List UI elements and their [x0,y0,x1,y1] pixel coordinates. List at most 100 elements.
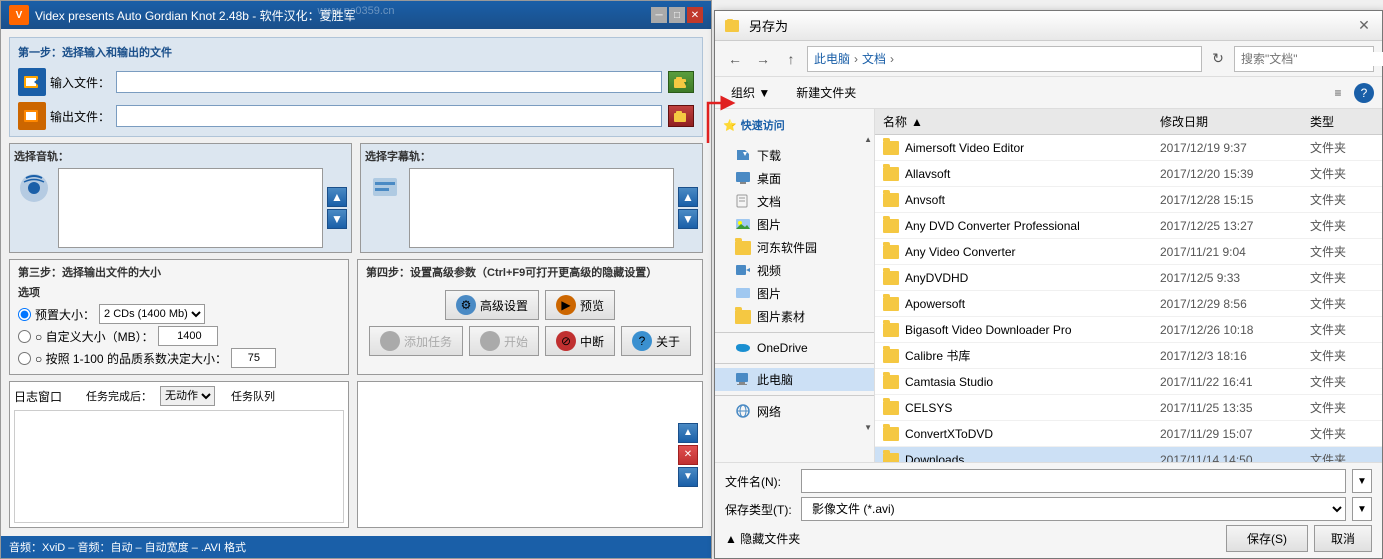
subtitle-track-list[interactable] [409,168,674,248]
table-row[interactable]: Apowersoft 2017/12/29 8:56 文件夹 [875,291,1382,317]
file-name-text: Aimersoft Video Editor [905,141,1024,155]
folder-icon [883,323,899,337]
add-task-button[interactable]: + 添加任务 [369,326,463,356]
filetype-dropdown-button[interactable]: ▼ [1352,497,1372,521]
table-row[interactable]: CELSYS 2017/11/25 13:35 文件夹 [875,395,1382,421]
minimize-button[interactable]: ─ [651,7,667,23]
desktop-icon [735,171,751,187]
file-name-cell: Any Video Converter [875,243,1152,261]
col-name-header[interactable]: 名称 ▲ [875,109,1152,134]
nav-item-docs[interactable]: 文档 [715,190,874,213]
nav-item-pics2[interactable]: 图片 [715,282,874,305]
start-button[interactable]: ▶ 开始 [469,326,539,356]
cancel-button[interactable]: 取消 [1314,525,1372,552]
table-row[interactable]: Downloads 2017/11/14 14:50 文件夹 [875,447,1382,462]
table-row[interactable]: Camtasia Studio 2017/11/22 16:41 文件夹 [875,369,1382,395]
scroll-down-indicator: ▼ [715,423,874,432]
dialog-close-button[interactable]: ✕ [1354,16,1374,36]
preset-select[interactable]: 2 CDs (1400 Mb) [99,304,205,324]
table-row[interactable]: AnyDVDHD 2017/12/5 9:33 文件夹 [875,265,1382,291]
queue-remove-button[interactable]: ✕ [678,445,698,465]
stop-button[interactable]: ⊘ 中断 [545,326,615,356]
advanced-settings-button[interactable]: ⚙ 高级设置 [445,290,539,320]
input-browse-button[interactable] [668,71,694,93]
subtitle-track-area: ▲ ▼ [365,168,698,248]
audio-track-list[interactable] [58,168,323,248]
breadcrumb-docs[interactable]: 文档 [862,50,886,67]
back-button[interactable]: ← [723,47,747,71]
org-bar: 组织 ▼ 新建文件夹 ≡ ? [715,77,1382,109]
search-input[interactable] [1241,52,1383,66]
output-browse-button[interactable] [668,105,694,127]
file-name-text: Allavsoft [905,167,950,181]
audio-up-button[interactable]: ▲ [327,187,347,207]
forward-button[interactable]: → [751,47,775,71]
nav-item-download[interactable]: 下载 [715,144,874,167]
filename-dropdown-button[interactable]: ▼ [1352,469,1372,493]
main-action-buttons: ⚙ 高级设置 ▶ 预览 [366,290,694,320]
col-type-header[interactable]: 类型 [1302,109,1382,134]
new-folder-button[interactable]: 新建文件夹 [786,82,866,103]
preview-button[interactable]: ▶ 预览 [545,290,615,320]
custom-size-input[interactable] [158,326,218,346]
about-button[interactable]: ? 关于 [621,326,691,356]
output-file-field[interactable] [116,105,662,127]
file-type-cell: 文件夹 [1302,397,1382,418]
gear-icon: ⚙ [456,295,476,315]
audio-down-button[interactable]: ▼ [327,209,347,229]
nav-item-desktop[interactable]: 桌面 [715,167,874,190]
file-date-cell: 2017/11/29 15:07 [1152,425,1302,443]
col-date-header[interactable]: 修改日期 [1152,109,1302,134]
up-button[interactable]: ↑ [779,47,803,71]
nav-item-this-pc[interactable]: 此电脑 [715,368,874,391]
filetype-select[interactable]: 影像文件 (*.avi) [801,497,1346,521]
refresh-button[interactable]: ↻ [1206,47,1230,71]
nav-item-hedong[interactable]: 河东软件园 [715,236,874,259]
file-name-text: Bigasoft Video Downloader Pro [905,323,1072,337]
filename-row: 文件名(N): ▼ [725,469,1372,493]
view-button[interactable]: ≡ [1326,81,1350,105]
file-date-cell: 2017/11/14 14:50 [1152,451,1302,463]
nav-item-onedrive[interactable]: OneDrive [715,337,874,359]
file-name-cell: Apowersoft [875,295,1152,313]
queue-up-button[interactable]: ▲ [678,423,698,443]
quality-input[interactable] [231,348,276,368]
file-list[interactable]: Aimersoft Video Editor 2017/12/19 9:37 文… [875,135,1382,462]
table-row[interactable]: Aimersoft Video Editor 2017/12/19 9:37 文… [875,135,1382,161]
table-row[interactable]: Calibre 书库 2017/12/3 18:16 文件夹 [875,343,1382,369]
queue-down-button[interactable]: ▼ [678,467,698,487]
filename-input[interactable] [801,469,1346,493]
table-row[interactable]: ConvertXToDVD 2017/11/29 15:07 文件夹 [875,421,1382,447]
nav-item-network[interactable]: 网络 [715,400,874,423]
file-name-text: Apowersoft [905,297,965,311]
table-row[interactable]: Any Video Converter 2017/11/21 9:04 文件夹 [875,239,1382,265]
output-icon [18,102,46,130]
breadcrumb-computer[interactable]: 此电脑 [814,50,850,67]
help-button[interactable]: ? [1354,83,1374,103]
nav-item-pics[interactable]: 图片 [715,213,874,236]
task-after-select[interactable]: 无动作 [160,386,215,406]
scroll-up-icon: ▲ [864,135,872,144]
preset-radio[interactable] [18,308,31,321]
download-icon [735,148,751,164]
save-button[interactable]: 保存(S) [1226,525,1308,552]
maximize-button[interactable]: □ [669,7,685,23]
organize-button[interactable]: 组织 ▼ [723,82,778,103]
close-button[interactable]: ✕ [687,7,703,23]
table-row[interactable]: Bigasoft Video Downloader Pro 2017/12/26… [875,317,1382,343]
filename-label: 文件名(N): [725,473,795,490]
input-file-field[interactable] [116,71,662,93]
custom-radio[interactable] [18,330,31,343]
table-row[interactable]: Any DVD Converter Professional 2017/12/2… [875,213,1382,239]
subtitle-up-button[interactable]: ▲ [678,187,698,207]
subtitle-down-button[interactable]: ▼ [678,209,698,229]
left-content: 第一步：选择输入和输出的文件 输入文件： 输出文 [1,29,711,536]
nav-item-video[interactable]: 视频 [715,259,874,282]
quality-radio[interactable] [18,352,31,365]
music-icon [18,172,50,204]
table-row[interactable]: Allavsoft 2017/12/20 15:39 文件夹 [875,161,1382,187]
nav-item-pics-material[interactable]: 图片素材 [715,305,874,328]
file-date-cell: 2017/11/25 13:35 [1152,399,1302,417]
table-row[interactable]: Anvsoft 2017/12/28 15:15 文件夹 [875,187,1382,213]
step4-panel: 第四步：设置高级参数（Ctrl+F9可打开更高级的隐藏设置） ⚙ 高级设置 ▶ … [357,259,703,375]
